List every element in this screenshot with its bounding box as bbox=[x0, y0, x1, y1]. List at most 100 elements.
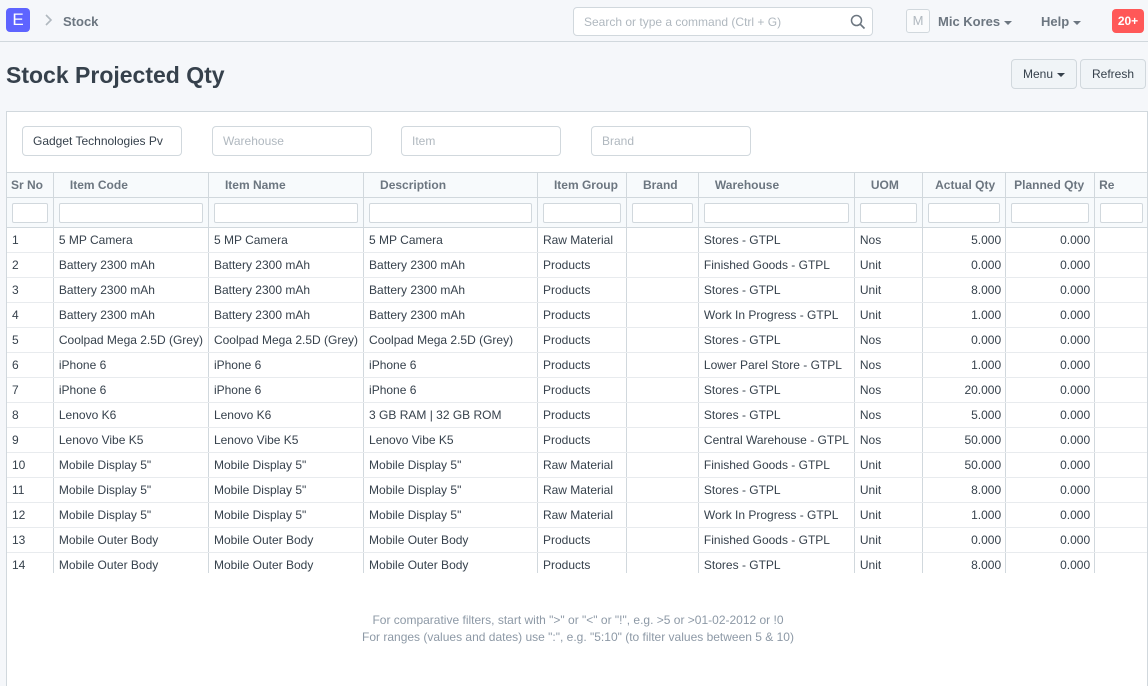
cell-actual-qty[interactable]: 1.000 bbox=[922, 352, 1007, 378]
cell-description[interactable]: 5 MP Camera bbox=[363, 227, 538, 253]
cell-item-name[interactable]: Battery 2300 mAh bbox=[208, 277, 365, 303]
cell-uom[interactable]: Unit bbox=[854, 302, 923, 328]
cell-actual-qty[interactable]: 8.000 bbox=[922, 477, 1007, 503]
column-filter-input[interactable] bbox=[859, 202, 917, 223]
cell-description[interactable]: Battery 2300 mAh bbox=[363, 302, 538, 328]
cell-planned-qty[interactable]: 0.000 bbox=[1005, 552, 1096, 573]
column-filter-input[interactable] bbox=[1011, 202, 1090, 223]
cell-actual-qty[interactable]: 1.000 bbox=[922, 502, 1007, 528]
col-actual-qty[interactable]: Actual Qty bbox=[922, 172, 1007, 198]
cell-item-code[interactable]: iPhone 6 bbox=[53, 377, 209, 403]
cell-description[interactable]: 3 GB RAM | 32 GB ROM bbox=[363, 402, 538, 428]
cell-planned-qty[interactable]: 0.000 bbox=[1005, 427, 1096, 453]
cell-item-group[interactable]: Raw Material bbox=[537, 452, 627, 478]
cell-sr-no[interactable]: 14 bbox=[7, 552, 54, 573]
cell-brand[interactable] bbox=[626, 427, 699, 453]
cell-actual-qty[interactable]: 0.000 bbox=[922, 327, 1007, 353]
cell-item-code[interactable]: Mobile Outer Body bbox=[53, 552, 209, 573]
cell-actual-qty[interactable]: 8.000 bbox=[922, 277, 1007, 303]
cell-sr-no[interactable]: 13 bbox=[7, 527, 54, 553]
cell-item-group[interactable]: Products bbox=[537, 277, 627, 303]
cell-planned-qty[interactable]: 0.000 bbox=[1005, 452, 1096, 478]
column-filter-input[interactable] bbox=[58, 202, 203, 223]
column-filter-input[interactable] bbox=[12, 202, 48, 223]
col-reserved[interactable]: Re bbox=[1094, 172, 1147, 198]
cell-reserved[interactable] bbox=[1094, 527, 1147, 553]
cell-item-name[interactable]: Mobile Outer Body bbox=[208, 552, 365, 573]
cell-item-group[interactable]: Raw Material bbox=[537, 477, 627, 503]
col-item-code[interactable]: Item Code bbox=[53, 172, 209, 198]
cell-brand[interactable] bbox=[626, 227, 699, 253]
cell-sr-no[interactable]: 3 bbox=[7, 277, 54, 303]
cell-description[interactable]: Mobile Outer Body bbox=[363, 527, 538, 553]
cell-item-code[interactable]: Mobile Display 5" bbox=[53, 452, 209, 478]
cell-reserved[interactable] bbox=[1094, 277, 1147, 303]
cell-sr-no[interactable]: 9 bbox=[7, 427, 54, 453]
user-menu[interactable]: Mic Kores bbox=[938, 14, 1013, 29]
cell-brand[interactable] bbox=[626, 452, 699, 478]
col-sr-no[interactable]: Sr No bbox=[7, 172, 54, 198]
notifications-badge[interactable]: 20+ bbox=[1112, 9, 1144, 33]
table-row[interactable]: 2 Battery 2300 mAh Battery 2300 mAh Battery… bbox=[7, 252, 1147, 278]
col-item-name[interactable]: Item Name bbox=[208, 172, 365, 198]
cell-item-group[interactable]: Products bbox=[537, 302, 627, 328]
cell-brand[interactable] bbox=[626, 502, 699, 528]
cell-warehouse[interactable]: Finished Goods - GTPL bbox=[698, 252, 855, 278]
cell-actual-qty[interactable]: 1.000 bbox=[922, 302, 1007, 328]
cell-warehouse[interactable]: Stores - GTPL bbox=[698, 227, 855, 253]
cell-description[interactable]: iPhone 6 bbox=[363, 377, 538, 403]
cell-uom[interactable]: Nos bbox=[854, 427, 923, 453]
cell-brand[interactable] bbox=[626, 327, 699, 353]
table-row[interactable]: 5 Coolpad Mega 2.5D (Grey) Coolpad Mega 2.… bbox=[7, 327, 1147, 353]
cell-item-name[interactable]: 5 MP Camera bbox=[208, 227, 365, 253]
table-row[interactable]: 8 Lenovo K6 Lenovo K6 3 GB RAM | 32 GB ROM P… bbox=[7, 402, 1147, 428]
cell-reserved[interactable] bbox=[1094, 427, 1147, 453]
cell-planned-qty[interactable]: 0.000 bbox=[1005, 327, 1096, 353]
warehouse-filter[interactable]: Warehouse bbox=[212, 126, 372, 156]
cell-description[interactable]: Mobile Outer Body bbox=[363, 552, 538, 573]
refresh-button[interactable]: Refresh bbox=[1080, 59, 1146, 89]
col-uom[interactable]: UOM bbox=[854, 172, 923, 198]
cell-item-group[interactable]: Products bbox=[537, 377, 627, 403]
cell-item-group[interactable]: Products bbox=[537, 352, 627, 378]
cell-item-group[interactable]: Raw Material bbox=[537, 227, 627, 253]
cell-actual-qty[interactable]: 5.000 bbox=[922, 402, 1007, 428]
cell-warehouse[interactable]: Central Warehouse - GTPL bbox=[698, 427, 855, 453]
table-row[interactable]: 14 Mobile Outer Body Mobile Outer Body Mobi… bbox=[7, 552, 1147, 573]
cell-item-code[interactable]: iPhone 6 bbox=[53, 352, 209, 378]
cell-reserved[interactable] bbox=[1094, 402, 1147, 428]
cell-item-code[interactable]: Battery 2300 mAh bbox=[53, 277, 209, 303]
cell-sr-no[interactable]: 4 bbox=[7, 302, 54, 328]
cell-item-name[interactable]: Coolpad Mega 2.5D (Grey) bbox=[208, 327, 365, 353]
cell-planned-qty[interactable]: 0.000 bbox=[1005, 477, 1096, 503]
cell-planned-qty[interactable]: 0.000 bbox=[1005, 302, 1096, 328]
col-brand[interactable]: Brand bbox=[626, 172, 699, 198]
cell-item-name[interactable]: Battery 2300 mAh bbox=[208, 302, 365, 328]
cell-item-code[interactable]: Battery 2300 mAh bbox=[53, 252, 209, 278]
cell-reserved[interactable] bbox=[1094, 552, 1147, 573]
cell-warehouse[interactable]: Stores - GTPL bbox=[698, 327, 855, 353]
cell-sr-no[interactable]: 5 bbox=[7, 327, 54, 353]
cell-planned-qty[interactable]: 0.000 bbox=[1005, 227, 1096, 253]
cell-sr-no[interactable]: 11 bbox=[7, 477, 54, 503]
cell-sr-no[interactable]: 8 bbox=[7, 402, 54, 428]
column-filter-input[interactable] bbox=[927, 202, 1001, 223]
cell-item-code[interactable]: Lenovo Vibe K5 bbox=[53, 427, 209, 453]
cell-actual-qty[interactable]: 20.000 bbox=[922, 377, 1007, 403]
table-row[interactable]: 15 MP Camera 5 MP Camera 5 MP Camera Raw Ma… bbox=[7, 227, 1147, 253]
avatar[interactable]: M bbox=[906, 9, 930, 33]
menu-button[interactable]: Menu bbox=[1011, 59, 1077, 89]
cell-reserved[interactable] bbox=[1094, 302, 1147, 328]
cell-item-group[interactable]: Raw Material bbox=[537, 502, 627, 528]
table-row[interactable]: 10 Mobile Display 5" Mobile Display 5" Mobi… bbox=[7, 452, 1147, 478]
cell-uom[interactable]: Unit bbox=[854, 452, 923, 478]
cell-item-group[interactable]: Products bbox=[537, 527, 627, 553]
cell-brand[interactable] bbox=[626, 302, 699, 328]
item-filter[interactable]: Item bbox=[401, 126, 561, 156]
cell-reserved[interactable] bbox=[1094, 477, 1147, 503]
cell-brand[interactable] bbox=[626, 477, 699, 503]
cell-item-name[interactable]: iPhone 6 bbox=[208, 352, 365, 378]
col-warehouse[interactable]: Warehouse bbox=[698, 172, 855, 198]
cell-item-code[interactable]: Mobile Display 5" bbox=[53, 502, 209, 528]
cell-actual-qty[interactable]: 50.000 bbox=[922, 427, 1007, 453]
